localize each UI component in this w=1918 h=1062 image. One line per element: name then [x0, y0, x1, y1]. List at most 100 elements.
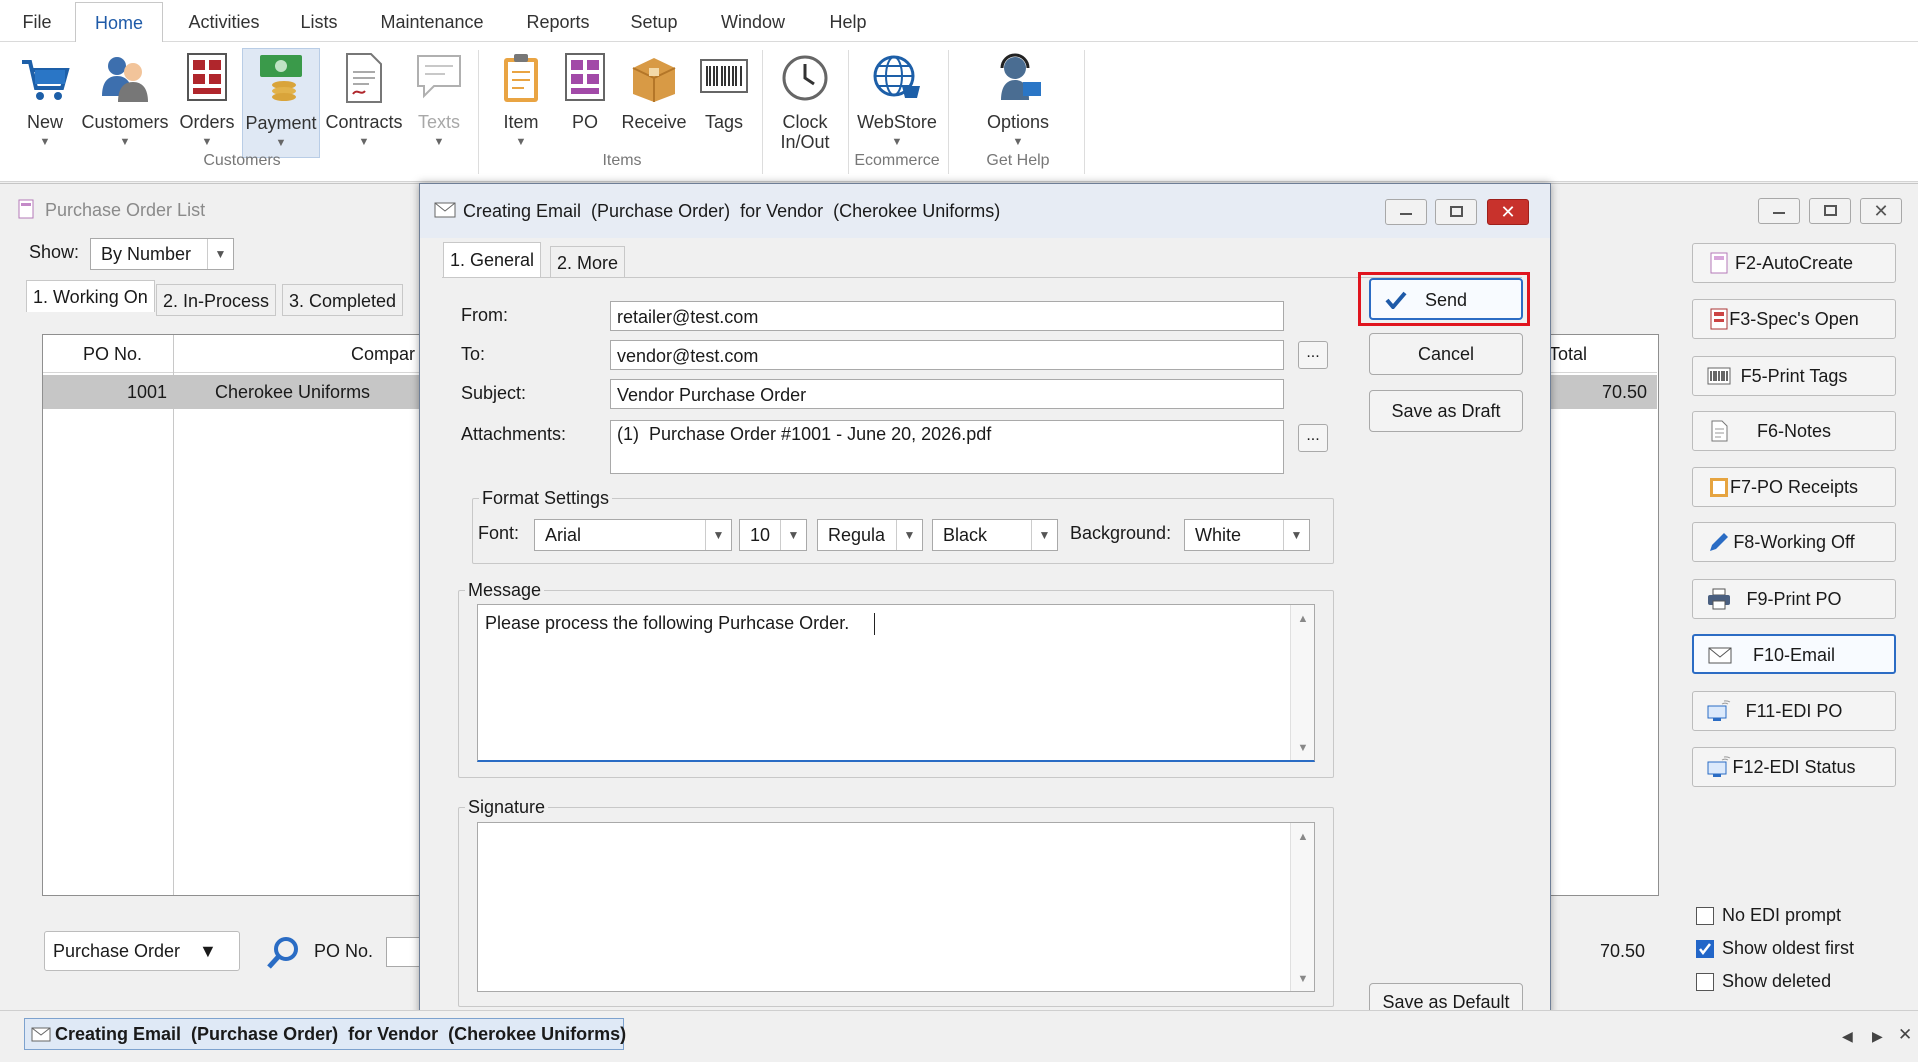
tab-more[interactable]: 2. More	[550, 246, 626, 278]
background-select[interactable]: White ▼	[1184, 519, 1310, 551]
ribbon-clock-button[interactable]: Clock In/Out	[770, 48, 840, 158]
ribbon-po-button[interactable]: PO	[556, 48, 614, 158]
tab-general[interactable]: 1. General	[443, 242, 542, 278]
attachments-browse-button[interactable]: ...	[1298, 424, 1328, 452]
ribbon-group-label: Items	[602, 152, 642, 169]
chevron-down-icon: ▼	[201, 136, 213, 148]
item-icon	[504, 54, 538, 102]
scroll-up-icon[interactable]: ▲	[1291, 613, 1315, 625]
ribbon-new-button[interactable]: New ▼	[14, 48, 76, 158]
clock-icon	[782, 55, 828, 101]
menu-home[interactable]: Home	[75, 2, 163, 45]
table-row[interactable]: 70.50	[1549, 375, 1657, 409]
from-field[interactable]: retailer@test.com	[610, 301, 1284, 331]
cancel-button[interactable]: Cancel	[1369, 333, 1523, 375]
signature-textarea[interactable]: ▲ ▼	[477, 822, 1315, 992]
scroll-down-icon[interactable]: ▼	[1291, 742, 1315, 754]
support-icon	[1000, 53, 1041, 100]
f7-po-receipts-button[interactable]: F7-PO Receipts	[1692, 467, 1896, 507]
chevron-down-icon: ▼	[515, 136, 527, 148]
col-total[interactable]: Total	[1549, 344, 1587, 365]
ribbon-separator	[478, 50, 479, 174]
menu-window[interactable]: Window	[712, 0, 794, 42]
close-icon[interactable]: ✕	[1898, 1025, 1912, 1045]
show-deleted-checkbox[interactable]	[1696, 973, 1714, 991]
f6-notes-button[interactable]: F6-Notes	[1692, 411, 1896, 451]
minimize-button[interactable]	[1758, 198, 1800, 224]
scroll-left-icon[interactable]: ◀	[1842, 1028, 1853, 1045]
ribbon-item-button[interactable]: Item ▼	[490, 48, 552, 158]
show-oldest-first-checkbox[interactable]	[1696, 940, 1714, 958]
f11-edi-po-button[interactable]: F11-EDI PO	[1692, 691, 1896, 731]
menu-setup[interactable]: Setup	[624, 0, 684, 42]
ribbon-tags-button[interactable]: Tags	[694, 48, 754, 158]
col-po-no[interactable]: PO No.	[83, 344, 142, 365]
to-browse-button[interactable]: ...	[1298, 341, 1328, 369]
font-select[interactable]: Arial ▼	[534, 519, 732, 551]
scroll-right-icon[interactable]: ▶	[1872, 1028, 1883, 1045]
subject-label: Subject:	[461, 383, 527, 403]
close-icon: ✕	[1873, 201, 1889, 221]
chevron-down-icon: ▼	[275, 137, 287, 149]
font-size-select[interactable]: 10 ▼	[739, 519, 807, 551]
tab-working-on[interactable]: 1. Working On	[26, 280, 155, 312]
menu-reports[interactable]: Reports	[518, 0, 598, 42]
scroll-down-icon[interactable]: ▼	[1291, 973, 1315, 985]
ribbon-customers-button[interactable]: Customers ▼	[78, 48, 172, 158]
format-settings-legend: Format Settings	[482, 488, 610, 508]
chevron-down-icon: ▼	[1031, 520, 1057, 550]
show-select[interactable]: By Number ▼	[90, 238, 234, 270]
dialog-close-button[interactable]: ✕	[1487, 199, 1529, 225]
font-style-select[interactable]: Regula ▼	[817, 519, 923, 551]
col-company[interactable]: Compar	[351, 344, 415, 365]
send-button[interactable]: Send	[1369, 278, 1523, 320]
maximize-button[interactable]	[1809, 198, 1851, 224]
no-edi-prompt-checkbox[interactable]	[1696, 907, 1714, 925]
search-type-select[interactable]: Purchase Order ▼	[44, 931, 240, 971]
texts-icon	[417, 55, 461, 99]
dialog-minimize-button[interactable]	[1385, 199, 1427, 225]
ribbon-texts-button[interactable]: Texts ▼	[408, 48, 470, 158]
f3-specs-open-button[interactable]: F3-Spec's Open	[1692, 299, 1896, 339]
message-scrollbar[interactable]: ▲ ▼	[1290, 605, 1314, 760]
message-textarea[interactable]: Please process the following Purhcase Or…	[477, 604, 1315, 762]
taskbar-item[interactable]: Creating Email (Purchase Order) for Vend…	[24, 1018, 626, 1050]
ribbon-options-button[interactable]: Options ▼	[970, 48, 1066, 158]
f9-print-po-button[interactable]: F9-Print PO	[1692, 579, 1896, 619]
search-input[interactable]	[386, 937, 420, 967]
checkbox-label: Show deleted	[1722, 971, 1832, 991]
menu-help[interactable]: Help	[823, 0, 873, 42]
f12-edi-status-button[interactable]: F12-EDI Status	[1692, 747, 1896, 787]
scroll-up-icon[interactable]: ▲	[1291, 831, 1315, 843]
tab-completed[interactable]: 3. Completed	[282, 284, 404, 316]
menu-lists[interactable]: Lists	[293, 0, 345, 42]
subject-field[interactable]: Vendor Purchase Order	[610, 379, 1284, 409]
search-icon[interactable]	[266, 936, 300, 970]
ribbon-group-label: Ecommerce	[854, 152, 940, 169]
f8-working-off-button[interactable]: F8-Working Off	[1692, 522, 1896, 562]
f2-autocreate-button[interactable]: F2-AutoCreate	[1692, 243, 1896, 283]
ribbon-receive-button[interactable]: Receive	[616, 48, 692, 158]
ribbon-orders-button[interactable]: Orders ▼	[176, 48, 238, 158]
chevron-down-icon: ▼	[207, 239, 233, 269]
f5-print-tags-button[interactable]: F5-Print Tags	[1692, 356, 1896, 396]
menu-maintenance[interactable]: Maintenance	[372, 0, 492, 42]
show-select-value: By Number	[101, 244, 192, 264]
ribbon-contracts-button[interactable]: Contracts ▼	[324, 48, 404, 158]
tab-in-process[interactable]: 2. In-Process	[156, 284, 277, 316]
menu-activities[interactable]: Activities	[178, 0, 270, 42]
save-as-draft-button[interactable]: Save as Draft	[1369, 390, 1523, 432]
table-row[interactable]: 1001 Cherokee Uniforms	[43, 375, 421, 409]
to-field[interactable]: vendor@test.com	[610, 340, 1284, 370]
menu-file[interactable]: File	[14, 0, 60, 42]
font-color-select[interactable]: Black ▼	[932, 519, 1058, 551]
ribbon-label: Contracts	[325, 112, 403, 132]
signature-scrollbar[interactable]: ▲ ▼	[1290, 823, 1314, 991]
ribbon-webstore-button[interactable]: WebStore ▼	[854, 48, 940, 158]
attachments-field[interactable]: (1) Purchase Order #1001 - June 20, 2026…	[610, 420, 1284, 474]
dialog-maximize-button[interactable]	[1435, 199, 1477, 225]
ribbon-payment-button[interactable]: Payment ▼	[242, 48, 320, 158]
close-button[interactable]: ✕	[1860, 198, 1902, 224]
f10-email-button[interactable]: F10-Email	[1692, 634, 1896, 674]
edi-icon	[1707, 700, 1731, 721]
